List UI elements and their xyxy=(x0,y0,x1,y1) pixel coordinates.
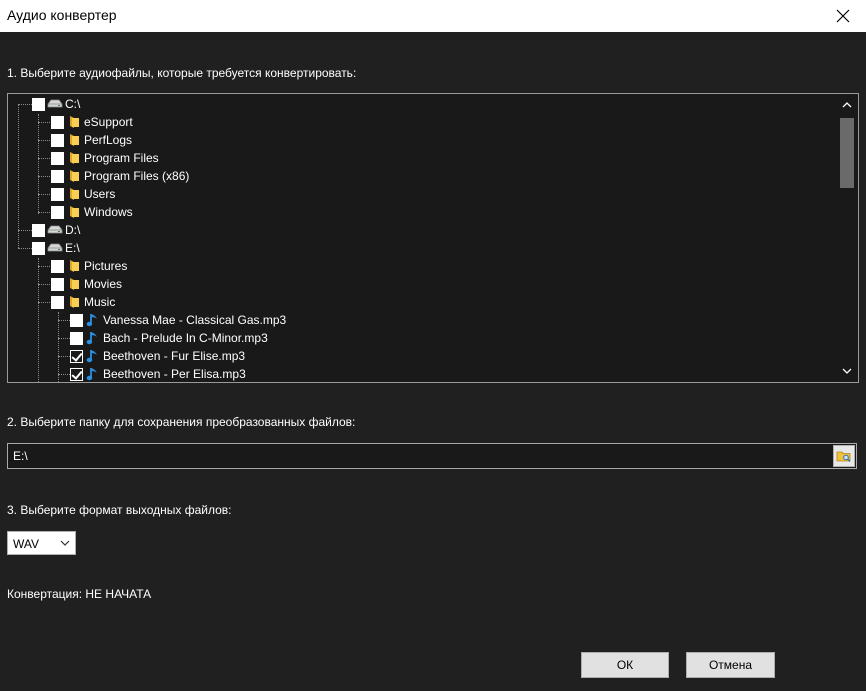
tree-node-label: Bach - Prelude In C-Minor.mp3 xyxy=(103,331,268,345)
chevron-down-icon xyxy=(60,540,70,546)
tree-connector xyxy=(58,312,59,382)
tree-node-checkbox[interactable] xyxy=(32,97,45,111)
tree-node-label: Music xyxy=(84,295,116,309)
output-folder-input[interactable] xyxy=(8,444,830,468)
tree-node-checkbox[interactable] xyxy=(51,205,64,219)
drive-icon xyxy=(47,223,63,237)
folder-icon xyxy=(66,151,82,165)
folder-icon xyxy=(66,133,82,147)
chevron-up-icon xyxy=(842,102,852,108)
scroll-up-button[interactable] xyxy=(836,96,858,114)
scroll-down-button[interactable] xyxy=(836,362,858,380)
drive-icon xyxy=(47,97,63,111)
browse-folder-button[interactable] xyxy=(833,445,855,467)
tree-node[interactable]: Beethoven - Fur Elise.mp3 xyxy=(70,347,245,365)
folder-icon xyxy=(66,259,82,273)
tree-node-checkbox[interactable] xyxy=(51,115,64,129)
tree-node[interactable]: D:\ xyxy=(32,221,80,239)
tree-node[interactable]: PerfLogs xyxy=(51,131,132,149)
tree-node-checkbox[interactable] xyxy=(70,349,83,363)
format-select[interactable]: WAV xyxy=(7,531,76,555)
tree-node-label: PerfLogs xyxy=(84,133,133,147)
file-tree[interactable]: C:\ eSupport PerfLogs Program Files Program … xyxy=(7,93,859,383)
tree-node-label: Program Files (x86) xyxy=(84,169,190,183)
close-button[interactable] xyxy=(820,0,866,32)
tree-node-checkbox[interactable] xyxy=(70,313,83,327)
tree-node[interactable]: Users xyxy=(51,185,115,203)
drive-icon xyxy=(47,241,63,255)
conversion-status: Конвертация: НЕ НАЧАТА xyxy=(7,587,152,601)
music-note-icon xyxy=(85,331,101,345)
output-folder-field[interactable] xyxy=(7,443,857,469)
tree-node-checkbox[interactable] xyxy=(70,331,83,345)
tree-node-label: D:\ xyxy=(65,223,81,237)
tree-node[interactable]: Bach - Prelude In C-Minor.mp3 xyxy=(70,329,268,347)
tree-node[interactable]: Program Files xyxy=(51,149,159,167)
tree-node[interactable]: eSupport xyxy=(51,113,133,131)
tree-connector xyxy=(38,114,39,214)
folder-icon xyxy=(66,169,82,183)
tree-node-checkbox[interactable] xyxy=(51,169,64,183)
tree-node-checkbox[interactable] xyxy=(51,151,64,165)
tree-node[interactable]: Movies xyxy=(51,275,122,293)
title-bar: Аудио конвертер xyxy=(0,0,866,32)
tree-node-label: eSupport xyxy=(84,115,133,129)
format-select-value: WAV xyxy=(13,537,39,551)
tree-node-label: Program Files xyxy=(84,151,159,165)
tree-node-checkbox[interactable] xyxy=(51,277,64,291)
tree-node-label: C:\ xyxy=(65,97,81,111)
folder-icon xyxy=(66,205,82,219)
chevron-down-icon xyxy=(842,368,852,374)
tree-scrollbar[interactable] xyxy=(836,94,858,382)
tree-connector xyxy=(18,104,19,248)
folder-icon xyxy=(66,277,82,291)
tree-node-label: Users xyxy=(84,187,116,201)
tree-node-label: Beethoven - Fur Elise.mp3 xyxy=(103,349,246,363)
step1-label: 1. Выберите аудиофайлы, которые требуетс… xyxy=(7,66,357,80)
step3-label: 3. Выберите формат выходных файлов: xyxy=(7,503,232,517)
tree-connector xyxy=(38,258,39,382)
tree-node-checkbox[interactable] xyxy=(51,133,64,147)
scroll-thumb[interactable] xyxy=(840,118,854,188)
folder-search-icon xyxy=(836,451,851,462)
tree-node[interactable]: Music xyxy=(51,293,115,311)
tree-node-checkbox[interactable] xyxy=(70,367,83,381)
tree-node[interactable]: C:\ xyxy=(32,95,80,113)
folder-icon xyxy=(66,115,82,129)
music-note-icon xyxy=(85,313,101,327)
step2-label: 2. Выберите папку для сохранения преобра… xyxy=(7,415,356,429)
tree-node-label: Pictures xyxy=(84,259,128,273)
music-note-icon xyxy=(85,349,101,363)
file-tree-content: C:\ eSupport PerfLogs Program Files Program … xyxy=(8,94,834,382)
tree-node[interactable]: Pictures xyxy=(51,257,127,275)
music-note-icon xyxy=(85,367,101,381)
tree-node[interactable]: Beethoven - Per Elisa.mp3 xyxy=(70,365,246,382)
tree-node-label: Movies xyxy=(84,277,123,291)
ok-button[interactable]: ОК xyxy=(581,652,669,678)
cancel-button[interactable]: Отмена xyxy=(686,652,775,678)
tree-node-label: E:\ xyxy=(65,241,80,255)
tree-node[interactable]: E:\ xyxy=(32,239,80,257)
folder-icon xyxy=(66,187,82,201)
tree-node[interactable]: Vanessa Mae - Classical Gas.mp3 xyxy=(70,311,286,329)
tree-node-checkbox[interactable] xyxy=(51,259,64,273)
window-title: Аудио конвертер xyxy=(7,7,117,23)
tree-node-label: Windows xyxy=(84,205,133,219)
tree-node-checkbox[interactable] xyxy=(51,295,64,309)
tree-node[interactable]: Windows xyxy=(51,203,133,221)
folder-icon xyxy=(66,295,82,309)
tree-node-label: Beethoven - Per Elisa.mp3 xyxy=(103,367,246,381)
tree-node-label: Vanessa Mae - Classical Gas.mp3 xyxy=(103,313,287,327)
close-icon xyxy=(836,9,850,23)
tree-node-checkbox[interactable] xyxy=(32,241,45,255)
tree-node-checkbox[interactable] xyxy=(32,223,45,237)
tree-node-checkbox[interactable] xyxy=(51,187,64,201)
tree-node[interactable]: Program Files (x86) xyxy=(51,167,189,185)
